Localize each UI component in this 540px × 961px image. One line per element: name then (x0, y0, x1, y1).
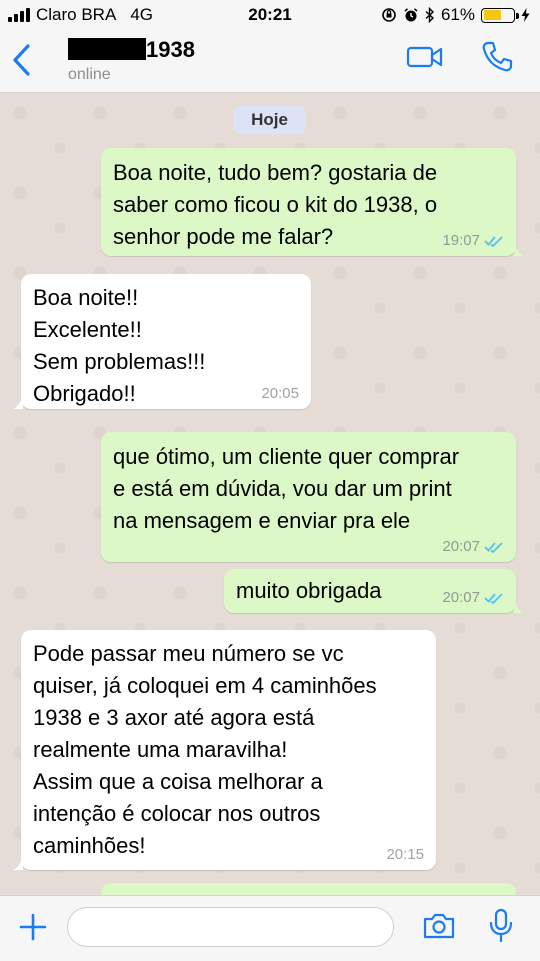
message-meta: 20:07 (442, 589, 504, 607)
status-bar: Claro BRA 4G 20:21 61% (0, 0, 540, 30)
input-bar (0, 895, 540, 961)
screen-rotation-lock-icon (382, 8, 396, 22)
read-receipt-icon (484, 542, 503, 553)
bubble-tail (514, 599, 524, 613)
bubble-tail (13, 395, 23, 409)
message-text: que ótimo, um cliente quer comprar e est… (113, 444, 460, 533)
microphone-icon[interactable] (488, 908, 514, 944)
bubble-tail (514, 242, 524, 256)
message-outgoing[interactable]: Boa noite, tudo bem? gostaria de saber c… (101, 148, 524, 256)
status-right: 61% (381, 5, 530, 25)
read-receipt-icon (484, 593, 503, 604)
chat-area[interactable]: Hoje Boa noite, tudo bem? gostaria de sa… (0, 93, 540, 895)
redacted-name-bar (68, 38, 146, 60)
contact-name[interactable]: 1938 (146, 37, 195, 63)
battery-fill (483, 10, 502, 20)
back-chevron-icon[interactable] (8, 40, 36, 80)
message-outgoing[interactable]: muito obrigada 20:07 (224, 569, 524, 613)
battery-icon (481, 7, 519, 23)
message-time: 20:15 (386, 846, 424, 863)
message-incoming[interactable]: Boa noite!! Excelente!! Sem problemas!!!… (13, 274, 311, 409)
battery-percent: 61% (440, 5, 475, 24)
message-incoming[interactable]: Pode passar meu número se vc quiser, já … (13, 630, 436, 870)
day-separator: Hoje (233, 106, 306, 134)
message-text: Boa noite!! Excelente!! Sem problemas!!!… (33, 285, 206, 406)
charging-bolt-icon (521, 8, 530, 22)
phone-call-icon[interactable] (480, 40, 514, 74)
bubble-tail (13, 856, 23, 870)
message-meta: 20:15 (386, 846, 424, 864)
message-outgoing[interactable]: que ótimo, um cliente quer comprar e est… (101, 432, 516, 562)
message-meta: 20:05 (261, 385, 299, 403)
contact-status: online (68, 66, 111, 83)
message-time: 20:07 (442, 538, 480, 555)
message-text: Pode passar meu número se vc quiser, já … (33, 641, 377, 858)
camera-icon[interactable] (422, 911, 456, 941)
message-meta: 19:07 (442, 232, 504, 250)
message-input[interactable] (67, 907, 394, 947)
message-outgoing-partial[interactable] (101, 883, 516, 895)
message-time: 19:07 (442, 232, 480, 249)
message-time: 20:07 (442, 589, 480, 606)
alarm-icon (404, 8, 418, 22)
read-receipt-icon (484, 236, 503, 247)
message-meta: 20:07 (442, 538, 504, 556)
video-call-icon[interactable] (406, 44, 444, 70)
plus-icon[interactable] (18, 912, 48, 942)
message-time: 20:05 (261, 385, 299, 402)
bluetooth-icon (425, 7, 434, 23)
chat-header: 1938 online (0, 30, 540, 93)
